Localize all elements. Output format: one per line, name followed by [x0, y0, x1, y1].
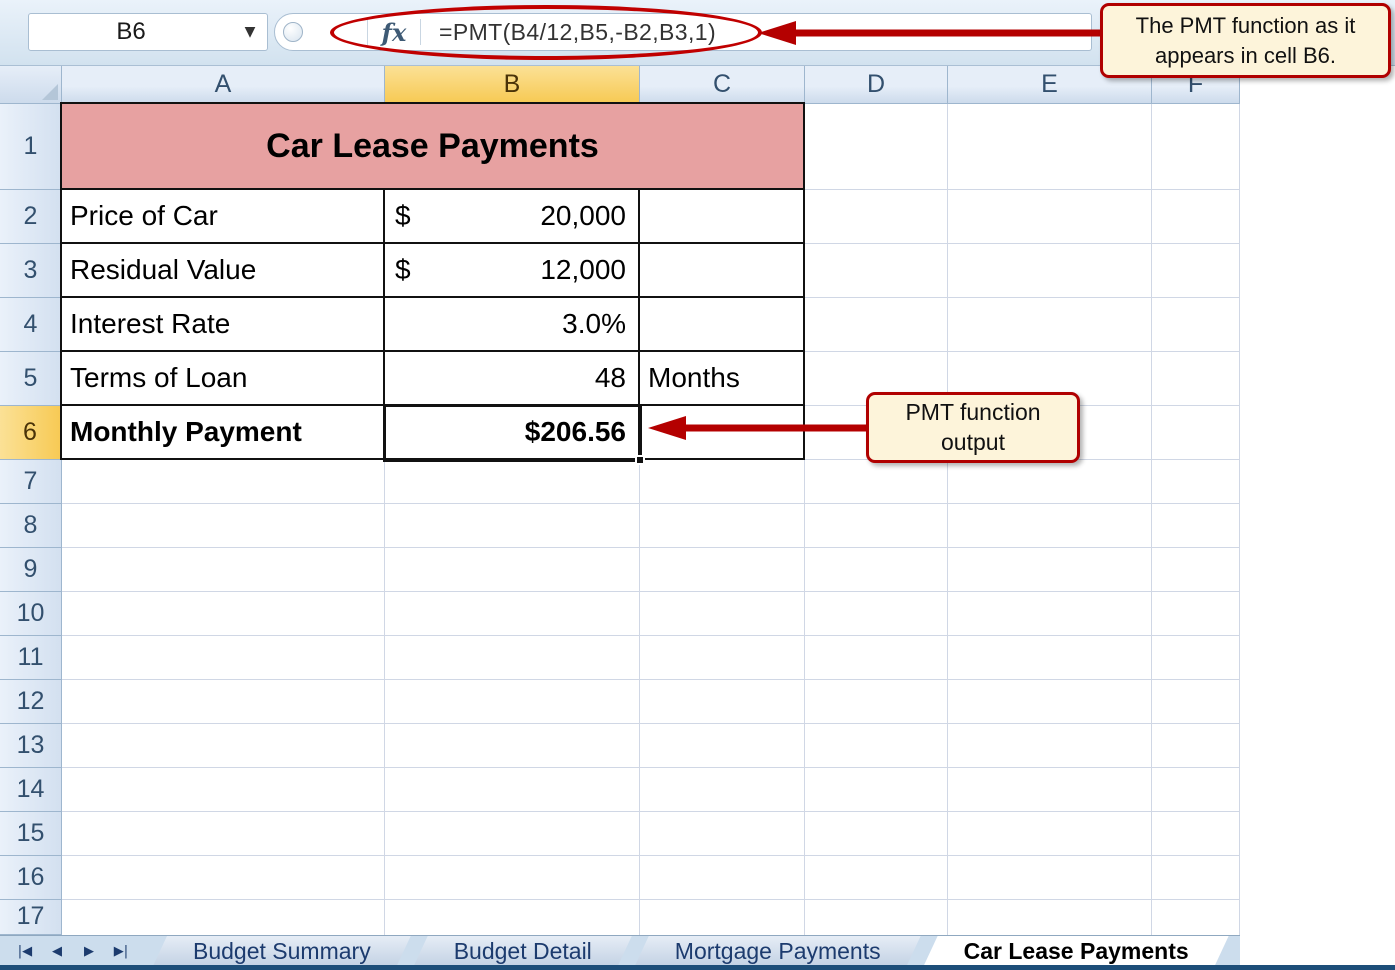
row-header-8[interactable]: 8 [0, 504, 62, 548]
currency-symbol: $ [395, 200, 411, 231]
row-header-3[interactable]: 3 [0, 244, 62, 298]
gridline [62, 503, 1240, 504]
excel-window: B6 ▼ fx =PMT(B4/12,B5,-B2,B3,1) The PMT … [0, 0, 1395, 970]
formula-bar[interactable]: fx =PMT(B4/12,B5,-B2,B3,1) [274, 13, 1092, 51]
sheet-tab-mortgage-payments[interactable]: Mortgage Payments [635, 936, 921, 966]
row-header-1[interactable]: 1 [0, 104, 62, 190]
cell-A5[interactable]: Terms of Loan [62, 352, 385, 406]
column-header-C[interactable]: C [640, 66, 805, 104]
row-headers: 1 2 3 4 5 6 7 8 9 10 11 12 13 14 15 16 17 [0, 104, 62, 935]
gridline [62, 547, 1240, 548]
formula-callout: The PMT function as it appears in cell B… [1100, 3, 1391, 78]
row-header-11[interactable]: 11 [0, 636, 62, 680]
row-header-10[interactable]: 10 [0, 592, 62, 636]
cell-value: 20,000 [540, 200, 626, 231]
fill-handle[interactable] [635, 455, 645, 465]
cell-A3[interactable]: Residual Value [62, 244, 385, 298]
column-headers: ABCDEF [0, 66, 1240, 104]
cell-B2[interactable]: $ 20,000 [385, 190, 640, 244]
cell-C4[interactable] [640, 298, 805, 352]
cell-value: 12,000 [540, 254, 626, 285]
sheet-nav-buttons: |◀ ◀ ▶ ▶| [0, 936, 146, 966]
cell-value: 48 [594, 362, 626, 393]
gridline [62, 591, 1240, 592]
sheet-tab-budget-detail[interactable]: Budget Detail [414, 936, 632, 966]
window-bottom-edge [0, 965, 1395, 970]
gridline [62, 767, 1240, 768]
formula-bar-divider-button[interactable] [283, 22, 303, 42]
formula-callout-text: The PMT function as it appears in cell B… [1135, 13, 1356, 68]
row-header-4[interactable]: 4 [0, 298, 62, 352]
cell-A4[interactable]: Interest Rate [62, 298, 385, 352]
gridline [62, 811, 1240, 812]
next-sheet-button[interactable]: ▶ [76, 940, 102, 962]
column-header-D[interactable]: D [805, 66, 948, 104]
row-header-16[interactable]: 16 [0, 856, 62, 900]
row-header-17[interactable]: 17 [0, 900, 62, 935]
row-header-7[interactable]: 7 [0, 460, 62, 504]
cell-B5[interactable]: 48 [385, 352, 640, 406]
column-header-A[interactable]: A [62, 66, 385, 104]
gridline [1239, 104, 1240, 935]
sheet-tabs: Budget Summary Budget Detail Mortgage Paym… [150, 936, 1229, 966]
row-header-12[interactable]: 12 [0, 680, 62, 724]
sheet-tab-car-lease-payments[interactable]: Car Lease Payments [924, 936, 1229, 966]
column-header-B[interactable]: B [385, 66, 640, 104]
cell-A6[interactable]: Monthly Payment [62, 406, 385, 460]
sheet-tab-budget-summary[interactable]: Budget Summary [153, 936, 411, 966]
cell-A1-title[interactable]: Car Lease Payments [62, 104, 805, 190]
gridline [62, 723, 1240, 724]
cell-C5[interactable]: Months [640, 352, 805, 406]
select-all-triangle-icon [42, 84, 58, 100]
gridline [947, 104, 948, 935]
selection-border-B6 [383, 404, 645, 465]
gridline [62, 679, 1240, 680]
name-box-dropdown-icon[interactable]: ▼ [233, 24, 267, 40]
sheet-tab-bar: |◀ ◀ ▶ ▶| Budget Summary Budget Detail Mortga… [0, 935, 1240, 966]
cell-C2[interactable] [640, 190, 805, 244]
row-header-6[interactable]: 6 [0, 406, 62, 460]
row-header-15[interactable]: 15 [0, 812, 62, 856]
select-all-corner[interactable] [0, 66, 62, 104]
cell-B4[interactable]: 3.0% [385, 298, 640, 352]
output-callout: PMT function output [866, 392, 1080, 463]
gridline [62, 899, 1240, 900]
insert-function-icon[interactable]: fx [372, 18, 416, 47]
gridline [1151, 104, 1152, 935]
output-callout-text: PMT function output [905, 398, 1041, 455]
first-sheet-button[interactable]: |◀ [12, 940, 38, 962]
divider [367, 19, 368, 45]
divider [420, 19, 421, 45]
row-header-13[interactable]: 13 [0, 724, 62, 768]
cell-B3[interactable]: $ 12,000 [385, 244, 640, 298]
gridline [62, 635, 1240, 636]
prev-sheet-button[interactable]: ◀ [44, 940, 70, 962]
row-header-14[interactable]: 14 [0, 768, 62, 812]
row-header-5[interactable]: 5 [0, 352, 62, 406]
row-header-9[interactable]: 9 [0, 548, 62, 592]
cell-A2[interactable]: Price of Car [62, 190, 385, 244]
formula-input[interactable]: =PMT(B4/12,B5,-B2,B3,1) [439, 19, 716, 46]
gridline [62, 855, 1240, 856]
cell-C3[interactable] [640, 244, 805, 298]
name-box[interactable]: B6 ▼ [28, 13, 268, 51]
row-header-2[interactable]: 2 [0, 190, 62, 244]
currency-symbol: $ [395, 254, 411, 285]
cell-C6[interactable] [640, 406, 805, 460]
last-sheet-button[interactable]: ▶| [108, 940, 134, 962]
cell-value: 3.0% [562, 308, 626, 339]
name-box-value: B6 [116, 18, 146, 45]
